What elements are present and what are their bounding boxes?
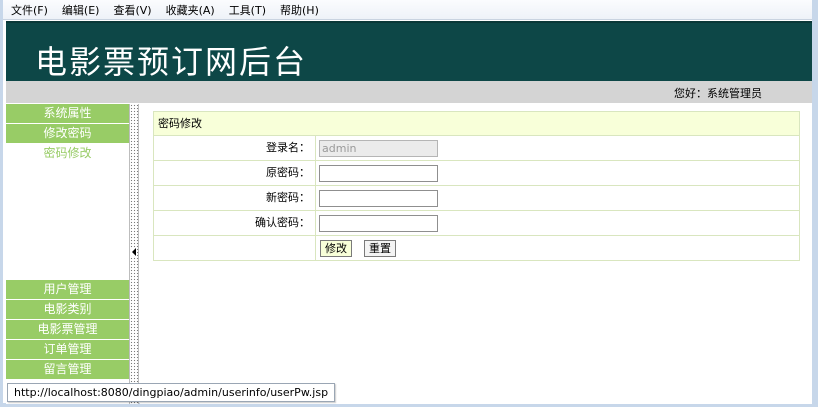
form-row-buttons: 修改 重置: [154, 236, 799, 260]
site-title: 电影票预订网后台: [35, 43, 308, 81]
confirm-password-input[interactable]: [319, 214, 438, 232]
menu-help[interactable]: 帮助(H): [280, 2, 319, 18]
sidebar-subitem-password-modify[interactable]: 密码修改: [6, 144, 129, 162]
sidebar-item-movie-categories[interactable]: 电影类别: [6, 300, 129, 320]
menu-tools[interactable]: 工具(T): [229, 2, 266, 18]
sidebar-item-users[interactable]: 用户管理: [6, 280, 129, 300]
reset-button[interactable]: 重置: [364, 239, 396, 257]
confirm-password-label: 确认密码：: [154, 211, 316, 235]
status-url-tooltip: http://localhost:8080/dingpiao/admin/use…: [7, 383, 336, 402]
form-title: 密码修改: [154, 112, 799, 136]
main-content: 密码修改 登录名： 原密码： 新密码： 确认密码：: [140, 104, 812, 404]
window-frame-left: [0, 0, 3, 407]
password-form: 密码修改 登录名： 原密码： 新密码： 确认密码：: [153, 111, 800, 261]
browser-menubar: 文件(F) 编辑(E) 查看(V) 收藏夹(A) 工具(T) 帮助(H): [3, 0, 812, 20]
old-password-input[interactable]: [319, 164, 438, 182]
form-row-new-password: 新密码：: [154, 186, 799, 211]
form-row-old-password: 原密码：: [154, 161, 799, 186]
new-password-label: 新密码：: [154, 186, 316, 210]
header-banner: 电影票预订网后台: [6, 21, 812, 83]
menu-edit[interactable]: 编辑(E): [62, 2, 100, 18]
login-label: 登录名：: [154, 136, 316, 160]
login-name-input: [319, 139, 438, 157]
sidebar-item-system-properties[interactable]: 系统属性: [6, 104, 129, 124]
collapse-left-arrow-icon[interactable]: [131, 248, 137, 256]
menu-favorites[interactable]: 收藏夹(A): [166, 2, 215, 18]
sidebar: 系统属性 修改密码 密码修改 用户管理 电影类别 电影票管理 订单管理 留言管理: [6, 104, 129, 404]
sidebar-item-change-password[interactable]: 修改密码: [6, 124, 129, 144]
submit-button[interactable]: 修改: [320, 239, 352, 257]
buttons-label-cell: [154, 236, 316, 260]
menu-view[interactable]: 查看(V): [113, 2, 151, 18]
window-frame-right: [812, 0, 818, 407]
form-row-confirm-password: 确认密码：: [154, 211, 799, 236]
user-greeting: 您好：系统管理员: [674, 87, 762, 100]
sidebar-item-messages[interactable]: 留言管理: [6, 360, 129, 380]
new-password-input[interactable]: [319, 189, 438, 207]
sidebar-item-orders[interactable]: 订单管理: [6, 340, 129, 360]
form-row-login: 登录名：: [154, 136, 799, 161]
old-password-label: 原密码：: [154, 161, 316, 185]
menu-file[interactable]: 文件(F): [11, 2, 48, 18]
sidebar-item-tickets[interactable]: 电影票管理: [6, 320, 129, 340]
user-bar: 您好：系统管理员: [6, 81, 812, 103]
